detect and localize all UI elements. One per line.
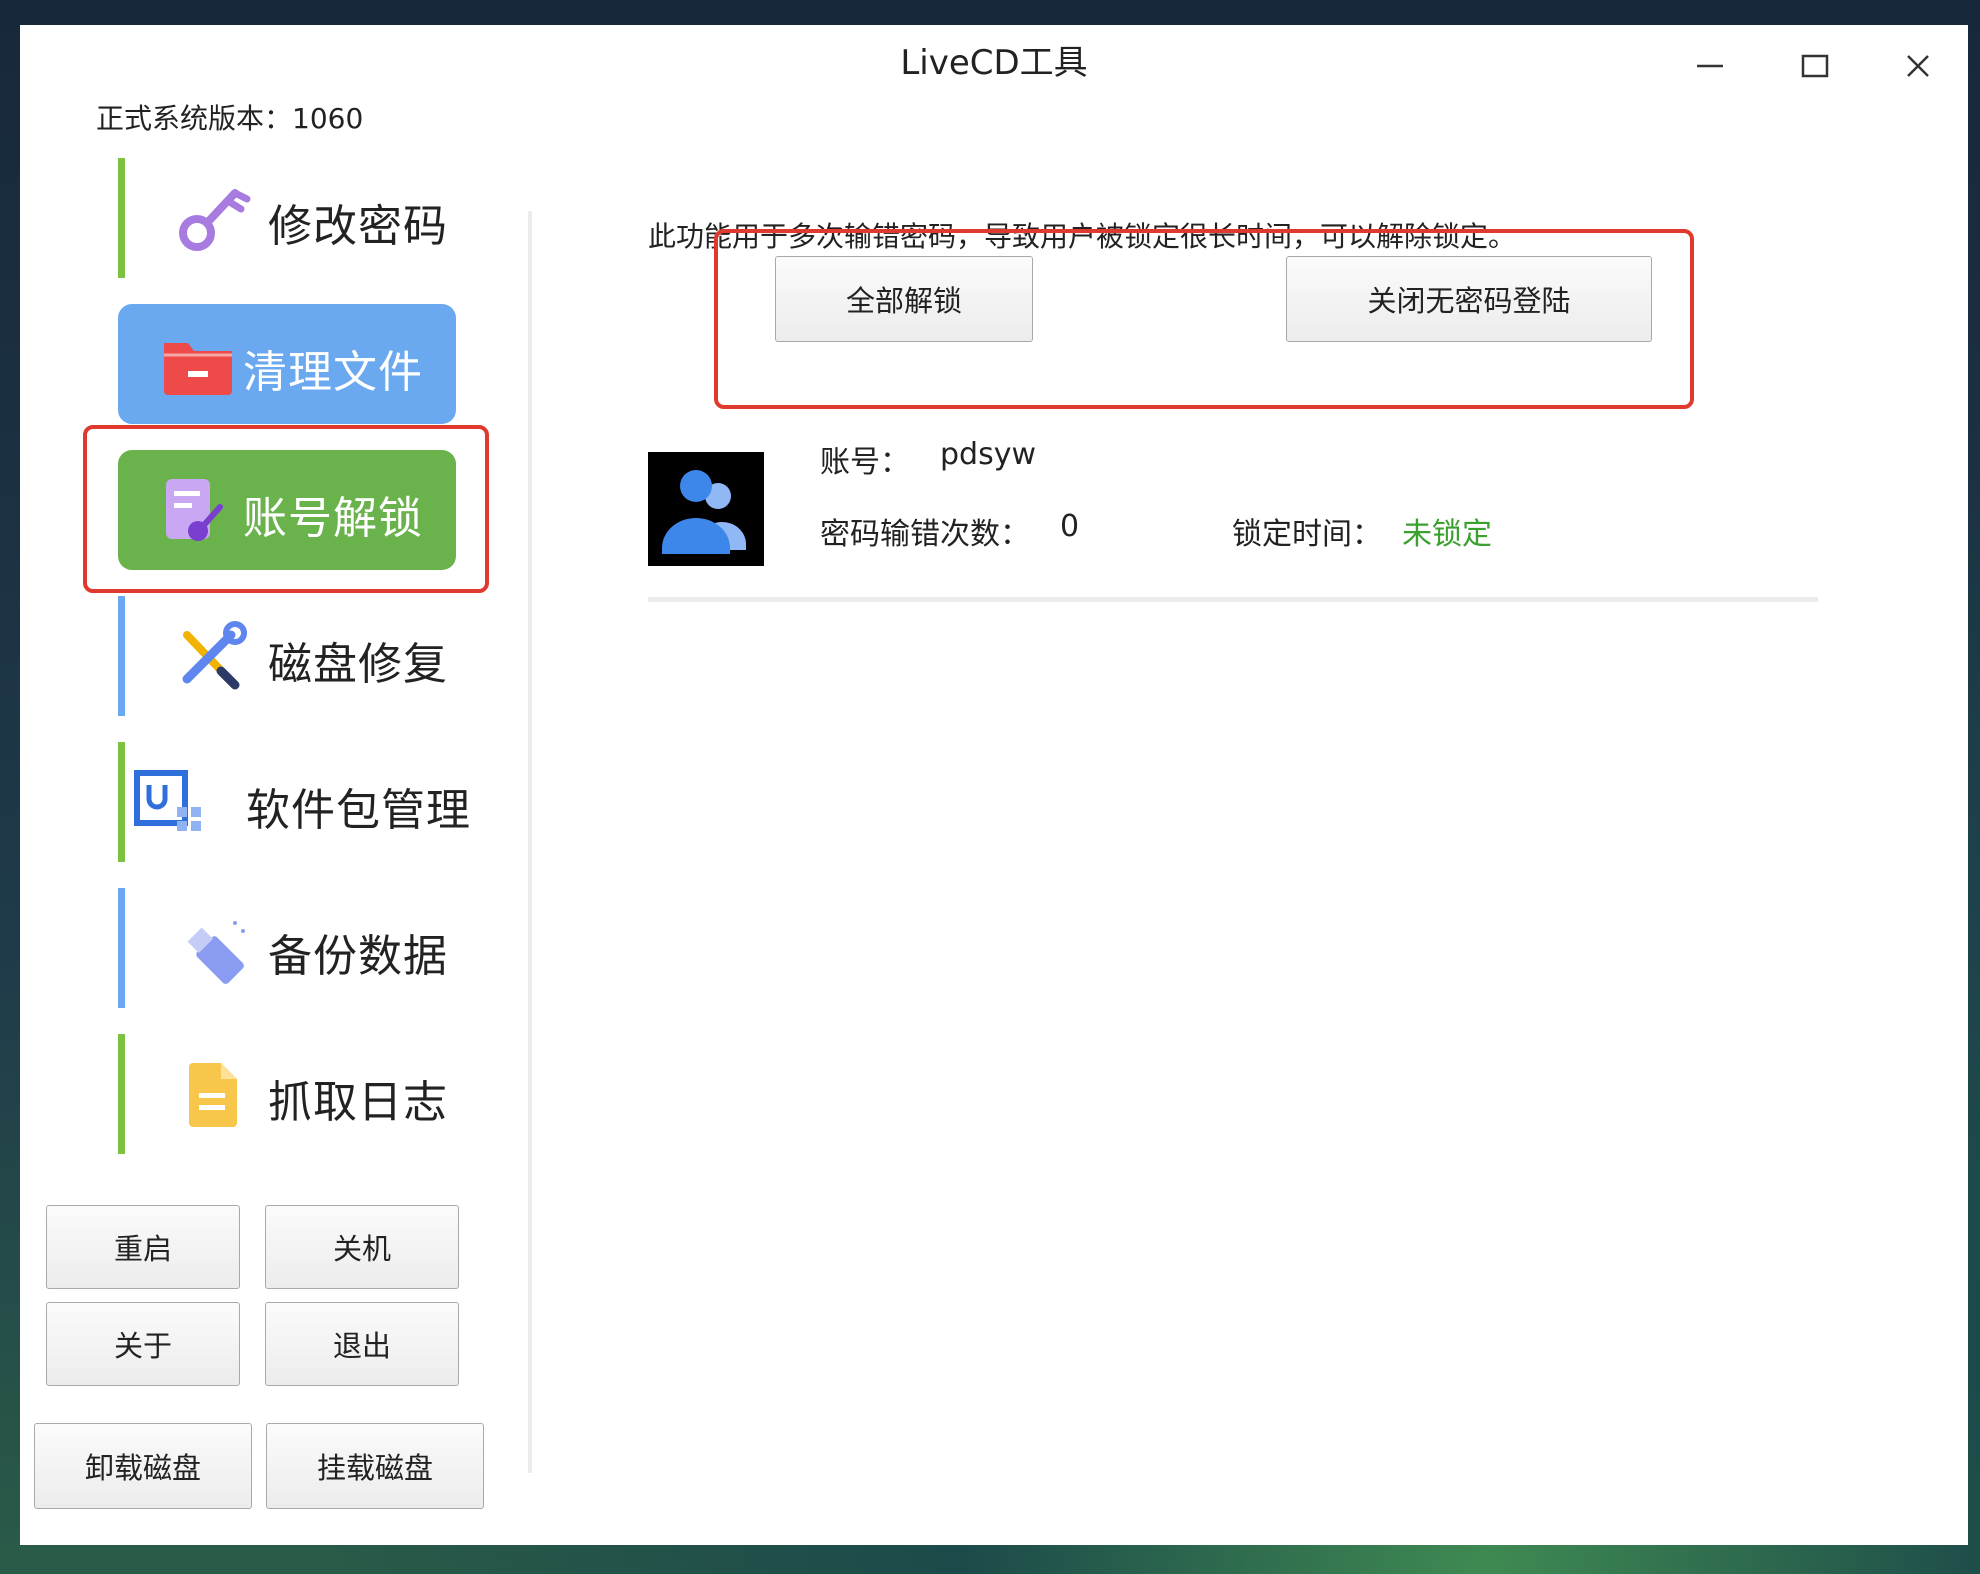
users-icon [662, 470, 746, 554]
sidebar-item-package-management[interactable]: 软件包管理 [118, 742, 486, 862]
version-label: 正式系统版本： [96, 102, 293, 135]
sidebar-indicator [118, 596, 125, 716]
lock-status-value: 未锁定 [1402, 517, 1492, 552]
minimize-button[interactable] [1680, 41, 1740, 91]
sidebar-item-disk-repair[interactable]: 磁盘修复 [118, 596, 486, 716]
sidebar-item-label: 磁盘修复 [268, 639, 448, 690]
lock-time-label: 锁定时间： [1232, 517, 1382, 552]
sidebar-item-label: 清理文件 [243, 347, 423, 398]
system-version: 正式系统版本：1060 [96, 97, 363, 137]
mount-disk-button[interactable]: 挂载磁盘 [266, 1423, 484, 1509]
version-value: 1060 [292, 102, 364, 135]
sidebar-item-label: 备份数据 [268, 931, 448, 982]
password-errors-value: 0 [1060, 509, 1080, 544]
sidebar-item-label: 抓取日志 [268, 1077, 448, 1128]
maximize-button[interactable] [1785, 41, 1845, 91]
sidebar-indicator [118, 742, 125, 862]
minimize-icon [1697, 64, 1723, 68]
sidebar-item-capture-logs[interactable]: 抓取日志 [118, 1034, 486, 1154]
folder-remove-icon [164, 343, 232, 395]
log-file-icon [189, 1063, 237, 1127]
sidebar-item-label: 账号解锁 [243, 493, 423, 544]
sidebar-item-label: 修改密码 [268, 201, 448, 252]
account-label: 账号： [820, 445, 910, 480]
sidebar-indicator [118, 888, 125, 1008]
account-row-divider [648, 597, 1818, 602]
shutdown-button[interactable]: 关机 [265, 1205, 459, 1289]
close-passwordless-login-button[interactable]: 关闭无密码登陆 [1286, 256, 1652, 342]
close-icon [1907, 55, 1929, 77]
unmount-disk-button[interactable]: 卸载磁盘 [34, 1423, 252, 1509]
sidebar-separator [528, 211, 532, 1473]
maximize-icon [1801, 54, 1829, 78]
exit-button[interactable]: 退出 [265, 1302, 459, 1386]
sidebar-item-backup-data[interactable]: 备份数据 [118, 888, 486, 1008]
sidebar-item-label: 软件包管理 [246, 785, 471, 836]
user-avatar [648, 452, 764, 566]
account-value: pdsyw [940, 437, 1037, 472]
window-title: LiveCD工具 [900, 43, 1088, 83]
close-button[interactable] [1888, 41, 1948, 91]
unlock-all-button[interactable]: 全部解锁 [775, 256, 1033, 342]
password-errors-label: 密码输错次数： [820, 517, 1030, 552]
sidebar-indicator [118, 1034, 125, 1154]
tools-icon [182, 621, 247, 690]
about-button[interactable]: 关于 [46, 1302, 240, 1386]
key-icon [179, 189, 251, 251]
document-key-icon [166, 479, 223, 541]
usb-drive-icon [187, 921, 245, 984]
package-icon [134, 770, 201, 831]
sidebar-item-account-unlock[interactable]: 账号解锁 [118, 450, 456, 570]
livecd-tool-window: LiveCD工具 正式系统版本：1060 修改密码 清理文件 账号解锁 磁盘修复… [20, 25, 1968, 1545]
sidebar-item-change-password[interactable]: 修改密码 [118, 158, 486, 278]
reboot-button[interactable]: 重启 [46, 1205, 240, 1289]
sidebar-indicator [118, 158, 125, 278]
sidebar-item-clean-files[interactable]: 清理文件 [118, 304, 456, 424]
